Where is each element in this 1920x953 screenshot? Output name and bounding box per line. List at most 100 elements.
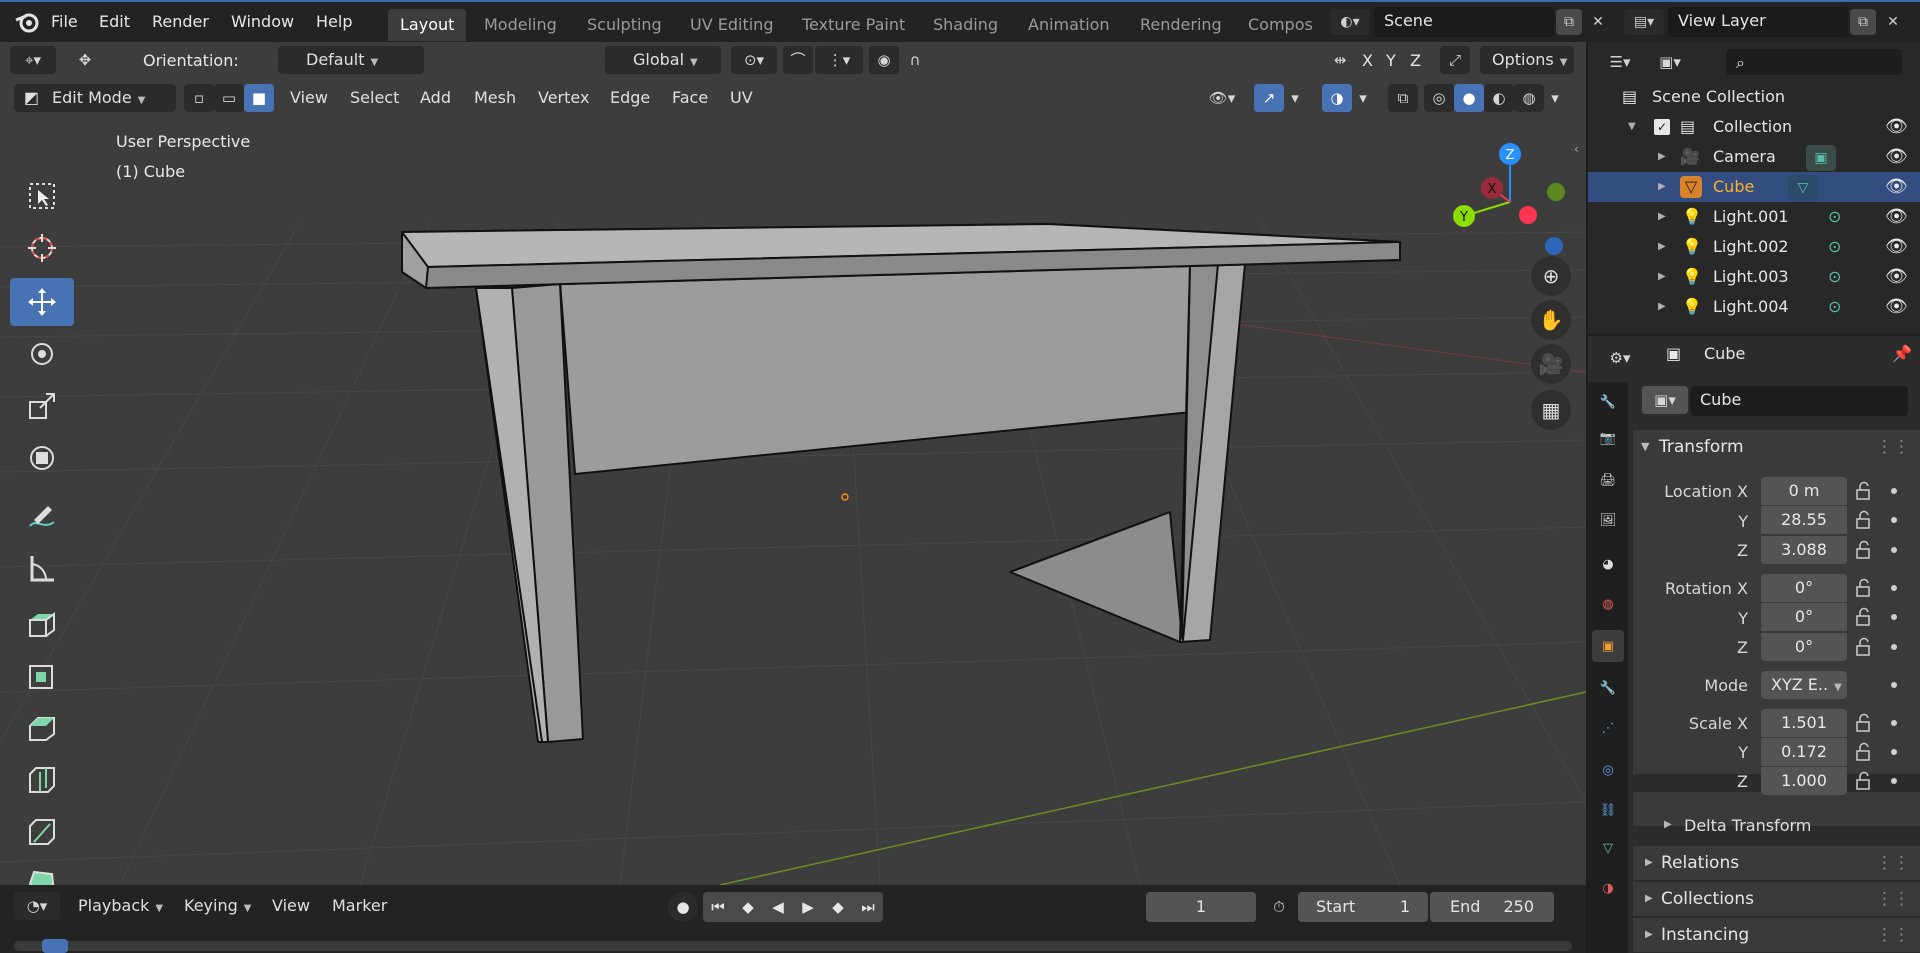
collection-row[interactable]: ▼ ✓ ▤ Collection 👁 xyxy=(1588,112,1920,142)
keyframe-dot-icon[interactable] xyxy=(1891,682,1897,688)
overlays-toggle-icon[interactable]: ◑ xyxy=(1322,84,1352,112)
camera-view-icon[interactable]: 🎥 xyxy=(1531,344,1571,384)
rotation-mode-dropdown[interactable]: XYZ E.. ▼ xyxy=(1761,671,1847,699)
drag-handle-icon[interactable]: ⋮⋮ xyxy=(1876,430,1910,464)
keyframe-dot-icon[interactable] xyxy=(1891,547,1897,553)
output-tab-icon[interactable]: 🖨 xyxy=(1592,464,1624,496)
menu-edit[interactable]: Edit xyxy=(99,12,130,31)
light-data-icon[interactable]: ⊙ xyxy=(1828,202,1841,232)
menu-keying[interactable]: Keying ▼ xyxy=(184,896,251,915)
menu-window[interactable]: Window xyxy=(231,12,294,31)
object-tab-icon[interactable]: ▣ xyxy=(1592,630,1624,662)
view-layer-field[interactable]: View Layer xyxy=(1668,7,1848,37)
transform-panel-header[interactable]: ▼ Transform ⋮⋮ xyxy=(1633,430,1920,464)
eye-icon[interactable]: 👁 xyxy=(1885,232,1908,262)
gizmo-toggle-icon[interactable]: ↗ xyxy=(1254,84,1284,112)
world-tab-icon[interactable]: ◍ xyxy=(1592,588,1624,620)
outliner-item-light-001[interactable]: ▶ 💡 Light.001 ⊙ 👁 xyxy=(1588,202,1920,232)
end-frame-field[interactable]: End 250 xyxy=(1430,892,1554,922)
inset-icon[interactable] xyxy=(10,652,74,700)
jump-start-icon[interactable]: ⏮ xyxy=(703,892,733,922)
keyframe-dot-icon[interactable] xyxy=(1891,614,1897,620)
start-frame-field[interactable]: Start 1 xyxy=(1298,892,1428,922)
mode-dropdown[interactable]: ◩ Edit Mode ▼ xyxy=(14,84,176,112)
eye-icon[interactable]: 👁 xyxy=(1885,202,1908,232)
constraints-tab-icon[interactable]: ⛓ xyxy=(1592,794,1624,826)
prev-keyframe-icon[interactable]: ◆ xyxy=(733,892,763,922)
material-tab-icon[interactable]: ◑ xyxy=(1592,872,1624,904)
sidebar-toggle-icon[interactable]: ‹ xyxy=(1574,142,1579,156)
3d-viewport[interactable]: ⌖▾ ✥ Orientation: Default ▼ Global ▼ ⊙▾ ⌒ … xyxy=(0,42,1586,885)
keyframe-dot-icon[interactable] xyxy=(1891,749,1897,755)
gizmo-dropdown-icon[interactable]: ▾ xyxy=(1284,84,1306,112)
snap-toggle-icon[interactable]: ⌒ xyxy=(783,46,813,74)
rendered-shading-icon[interactable]: ◍ xyxy=(1514,84,1544,112)
snap-target-icon[interactable]: ⋮▾ xyxy=(815,46,863,74)
transform-orientation-dropdown[interactable]: Global ▼ xyxy=(605,46,721,74)
expand-triangle-icon[interactable]: ▼ xyxy=(1628,112,1636,142)
axis-y-toggle[interactable]: Y xyxy=(1386,51,1396,70)
lock-icon[interactable] xyxy=(1854,607,1874,627)
tab-shading[interactable]: Shading xyxy=(921,9,1010,41)
outliner-item-light-003[interactable]: ▶ 💡 Light.003 ⊙ 👁 xyxy=(1588,262,1920,292)
location-z-field[interactable]: 3.088 xyxy=(1761,536,1847,564)
falloff-icon[interactable]: ∩ xyxy=(900,46,930,74)
lock-icon[interactable] xyxy=(1854,481,1874,501)
camera-data-icon[interactable]: ▣ xyxy=(1806,145,1836,171)
keyframe-dot-icon[interactable] xyxy=(1891,488,1897,494)
perspective-toggle-icon[interactable]: ▦ xyxy=(1531,390,1571,430)
zoom-icon[interactable]: ⊕ xyxy=(1531,256,1571,296)
keyframe-dot-icon[interactable] xyxy=(1891,585,1897,591)
expand-triangle-icon[interactable]: ▶ xyxy=(1658,142,1666,172)
edge-select-icon[interactable]: ▭ xyxy=(214,84,244,112)
material-shading-icon[interactable]: ◐ xyxy=(1484,84,1514,112)
annotate-icon[interactable] xyxy=(10,492,74,540)
next-keyframe-icon[interactable]: ◆ xyxy=(823,892,853,922)
collection-checkbox[interactable]: ✓ xyxy=(1654,119,1670,135)
vertex-select-icon[interactable]: ▫ xyxy=(184,84,214,112)
pivot-point-icon[interactable]: ⊙▾ xyxy=(731,46,777,74)
outliner-item-light-004[interactable]: ▶ 💡 Light.004 ⊙ 👁 xyxy=(1588,292,1920,322)
menu-help[interactable]: Help xyxy=(316,12,352,31)
scale-z-field[interactable]: 1.000 xyxy=(1761,767,1847,795)
expand-triangle-icon[interactable]: ▶ xyxy=(1658,262,1666,292)
modifier-tab-icon[interactable]: 🔧 xyxy=(1592,672,1624,704)
record-icon[interactable]: ● xyxy=(668,892,698,922)
scene-name-field[interactable]: Scene xyxy=(1374,7,1554,37)
axis-z-toggle[interactable]: Z xyxy=(1410,51,1421,70)
menu-vertex[interactable]: Vertex xyxy=(530,84,597,112)
physics-tab-icon[interactable]: ◎ xyxy=(1592,754,1624,786)
menu-mesh[interactable]: Mesh xyxy=(466,84,524,112)
play-icon[interactable]: ▶ xyxy=(793,892,823,922)
keyframe-dot-icon[interactable] xyxy=(1891,644,1897,650)
menu-select[interactable]: Select xyxy=(342,84,407,112)
outliner-item-light-002[interactable]: ▶ 💡 Light.002 ⊙ 👁 xyxy=(1588,232,1920,262)
overlays-dropdown-icon[interactable]: ▾ xyxy=(1352,84,1374,112)
outliner-search-input[interactable]: ⌕ xyxy=(1726,49,1902,75)
lock-icon[interactable] xyxy=(1854,637,1874,657)
eye-icon[interactable]: 👁 xyxy=(1885,142,1908,172)
menu-timeline-view[interactable]: View xyxy=(272,896,310,915)
select-box-icon[interactable] xyxy=(10,172,74,220)
rotation-x-field[interactable]: 0° xyxy=(1761,574,1847,602)
transform-icon[interactable] xyxy=(10,434,74,482)
tab-layout[interactable]: Layout xyxy=(388,9,467,41)
options-dropdown[interactable]: Options ▼ xyxy=(1480,46,1574,74)
view-layer-selector-icon[interactable]: ▤▾ xyxy=(1624,9,1664,35)
mesh-data-icon[interactable]: ▽ xyxy=(1788,175,1818,201)
eye-icon[interactable]: 👁 xyxy=(1885,292,1908,322)
wireframe-shading-icon[interactable]: ◎ xyxy=(1424,84,1454,112)
bevel-icon[interactable] xyxy=(10,704,74,752)
visibility-selectability-icon[interactable]: 👁▾ xyxy=(1200,84,1244,112)
new-view-layer-icon[interactable]: ⧉ xyxy=(1850,9,1876,35)
cursor-icon[interactable] xyxy=(10,224,74,272)
timeline-scrubber[interactable] xyxy=(14,939,1572,953)
delete-scene-icon[interactable]: ✕ xyxy=(1585,9,1611,35)
measure-icon[interactable] xyxy=(10,544,74,592)
scale-y-field[interactable]: 0.172 xyxy=(1761,738,1847,766)
view-layer-tab-icon[interactable]: 🖼 xyxy=(1592,504,1624,536)
scale-x-field[interactable]: 1.501 xyxy=(1761,709,1847,737)
lock-icon[interactable] xyxy=(1854,540,1874,560)
keyframe-dot-icon[interactable] xyxy=(1891,720,1897,726)
menu-marker[interactable]: Marker xyxy=(332,896,387,915)
